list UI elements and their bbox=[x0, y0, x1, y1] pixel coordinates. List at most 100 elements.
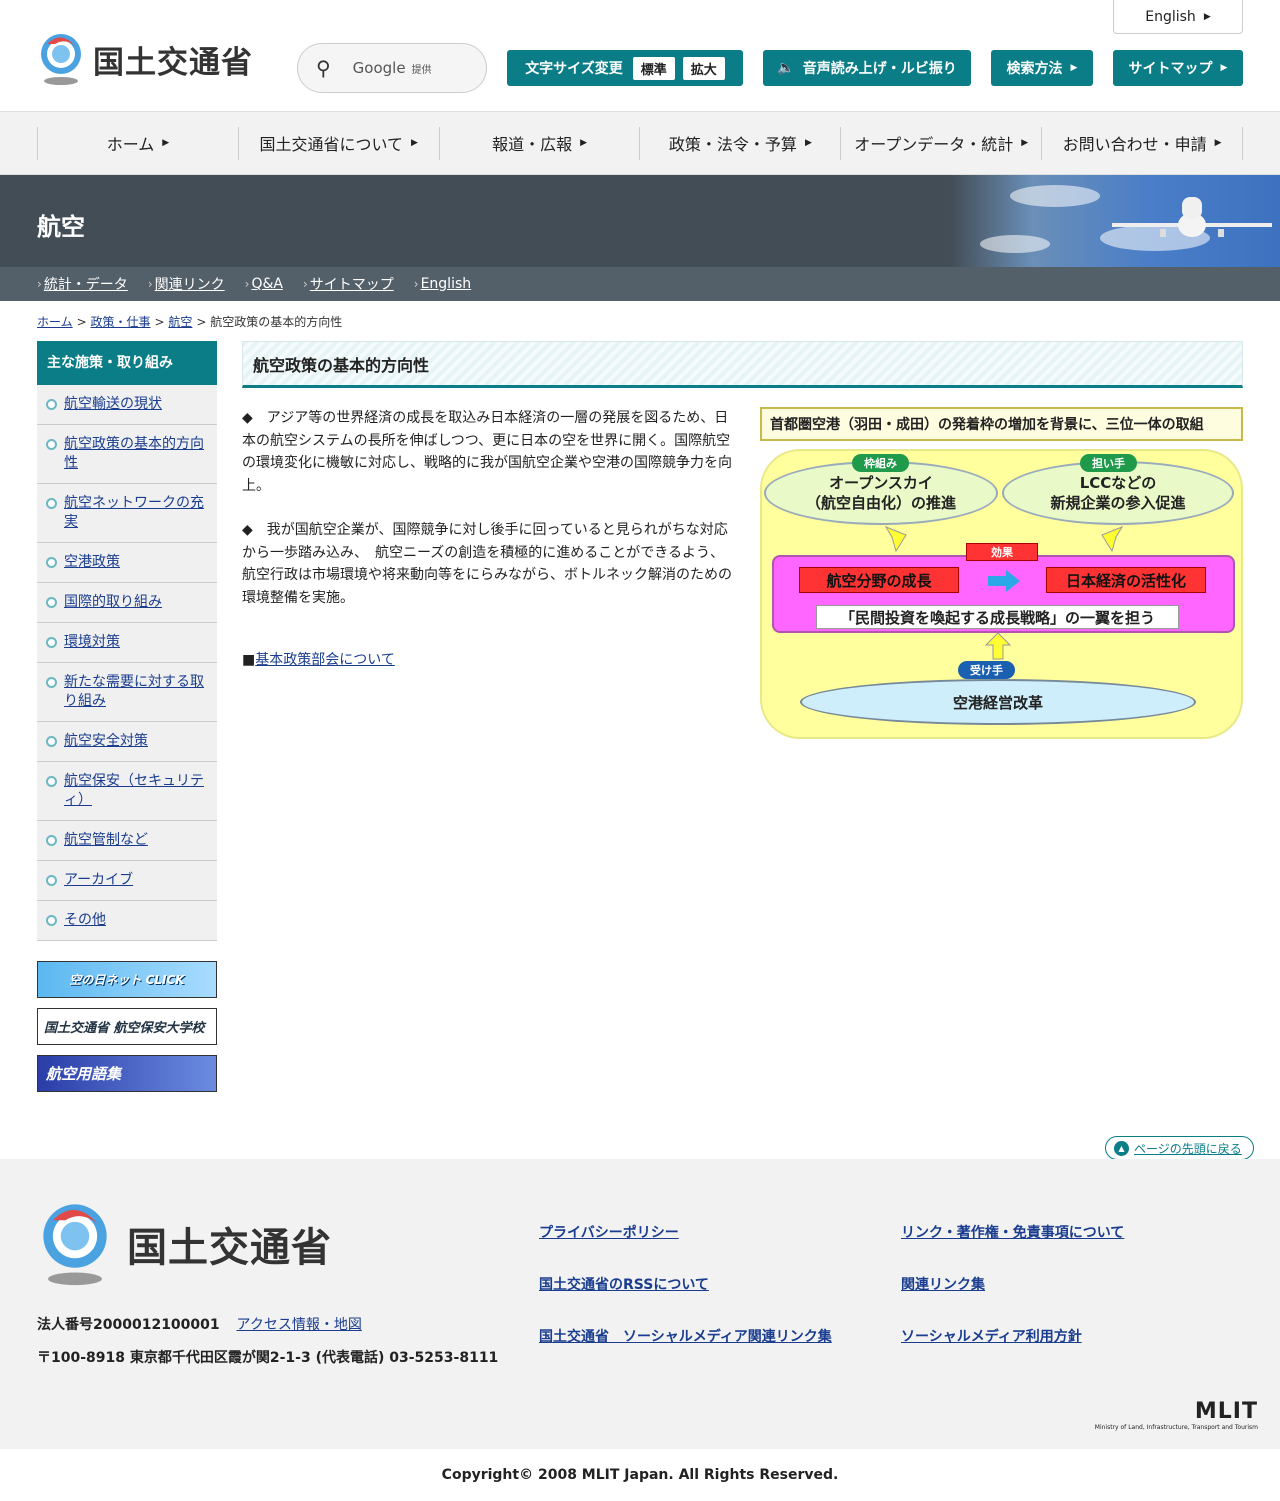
nav-item-press[interactable]: 報道・広報 ▶ bbox=[438, 126, 640, 160]
corporate-number-row: 法人番号2000012100001 アクセス情報・地図 bbox=[37, 1314, 362, 1334]
sidebar-item-link[interactable]: 航空政策の基本的方向性 bbox=[64, 436, 204, 471]
bullet-icon bbox=[46, 557, 57, 568]
font-standard-button[interactable]: 標準 bbox=[632, 56, 675, 80]
mlit-wordmark: MLIT Ministry of Land, Infrastructure, T… bbox=[1095, 1399, 1258, 1431]
nav-item-home[interactable]: ホーム ▶ bbox=[37, 126, 238, 160]
subnav-stats[interactable]: 統計・データ bbox=[44, 274, 128, 294]
social-media-links-link[interactable]: 国土交通省 ソーシャルメディア関連リンク集 bbox=[539, 1326, 832, 1346]
arrow-up-icon: ▲ bbox=[1114, 1141, 1129, 1156]
subnav-sitemap[interactable]: サイトマップ bbox=[310, 274, 394, 294]
sidebar-item[interactable]: 航空輸送の現状 bbox=[37, 385, 217, 425]
breadcrumb-current: 航空政策の基本的方向性 bbox=[210, 315, 343, 329]
sora-no-hi-label: 空の日ネット CLICK bbox=[69, 973, 185, 987]
chevron-right-icon: › bbox=[244, 277, 250, 291]
sidebar-item[interactable]: 航空管制など bbox=[37, 821, 217, 861]
sidebar-item-link[interactable]: 航空輸送の現状 bbox=[64, 396, 162, 412]
bullet-icon bbox=[46, 399, 57, 410]
lcc-line1: LCCなどの bbox=[1079, 474, 1157, 492]
subnav-links[interactable]: 関連リンク bbox=[155, 274, 225, 294]
search-method-label: 検索方法 bbox=[1006, 61, 1063, 77]
nav-item-policy[interactable]: 政策・法令・予算 ▶ bbox=[639, 126, 840, 160]
sidebar-item[interactable]: 航空ネットワークの充実 bbox=[37, 484, 217, 543]
sidebar-item-link[interactable]: 航空安全対策 bbox=[64, 733, 148, 749]
nav-item-about[interactable]: 国土交通省について ▶ bbox=[237, 126, 439, 160]
related-links-link[interactable]: 関連リンク集 bbox=[901, 1274, 985, 1294]
bullet-icon bbox=[46, 439, 57, 450]
diagram-heading: 首都圏空港（羽田・成田）の発着枠の増加を背景に、三位一体の取組 bbox=[760, 407, 1243, 441]
search-icon[interactable]: ⚲ bbox=[316, 56, 331, 80]
airport-reform-ellipse: 空港経営改革 bbox=[800, 679, 1196, 725]
speaker-icon: 🔈 bbox=[777, 60, 795, 76]
sidebar-item-link[interactable]: その他 bbox=[64, 912, 106, 928]
sidebar-item-link[interactable]: 航空ネットワークの充実 bbox=[64, 495, 204, 530]
subnav-english[interactable]: English bbox=[421, 276, 472, 292]
footer-logo[interactable]: 国土交通省 bbox=[37, 1201, 332, 1287]
sidebar-item-link[interactable]: 航空保安（セキュリティ） bbox=[64, 773, 204, 808]
sitemap-button[interactable]: サイトマップ ▶ bbox=[1113, 50, 1243, 86]
search-input[interactable]: ⚲ Google 提供 bbox=[297, 43, 487, 93]
aviation-security-college-label: 国土交通省 航空保安大学校 bbox=[44, 1021, 205, 1036]
arrow-down-icon bbox=[1101, 525, 1124, 553]
sidebar-item[interactable]: 航空保安（セキュリティ） bbox=[37, 762, 217, 821]
sidebar-item[interactable]: アーカイブ bbox=[37, 861, 217, 901]
font-size-control: 文字サイズ変更 標準 拡大 bbox=[507, 50, 743, 86]
breadcrumb-aviation[interactable]: 航空 bbox=[168, 315, 192, 329]
sidebar-item[interactable]: 航空政策の基本的方向性 bbox=[37, 425, 217, 484]
paragraph: ◆ アジア等の世界経済の成長を取込み日本経済の一層の発展を図るため、日本の航空シ… bbox=[242, 410, 732, 494]
google-label: Google bbox=[352, 59, 406, 77]
sidebar-item-link[interactable]: 航空管制など bbox=[64, 832, 148, 848]
mlit-logo-icon bbox=[43, 1204, 107, 1286]
bullet-icon bbox=[46, 915, 57, 926]
sidebar-item-link[interactable]: 新たな需要に対する取り組み bbox=[64, 674, 204, 709]
aviation-glossary-banner[interactable]: 航空用語集 bbox=[37, 1055, 217, 1092]
bullet-icon bbox=[46, 498, 57, 509]
sidebar-item[interactable]: その他 bbox=[37, 901, 217, 941]
aviation-security-college-banner[interactable]: 国土交通省 航空保安大学校 bbox=[37, 1008, 217, 1045]
subnav-qa[interactable]: Q&A bbox=[251, 276, 283, 292]
copyright-link[interactable]: リンク・著作権・免責事項について bbox=[901, 1222, 1124, 1242]
font-large-button[interactable]: 拡大 bbox=[682, 56, 725, 80]
breadcrumb-home[interactable]: ホーム bbox=[37, 315, 73, 329]
sidebar-item-link[interactable]: 国際的取り組み bbox=[64, 594, 162, 610]
sidebar-item-link[interactable]: 環境対策 bbox=[64, 634, 120, 650]
open-skies-line2: （航空自由化）の推進 bbox=[805, 494, 956, 512]
growth-strategy-box: 「民間投資を喚起する成長戦略」の一翼を担う bbox=[816, 605, 1179, 629]
voice-button[interactable]: 🔈 音声読み上げ・ルビ振り bbox=[763, 50, 971, 86]
sidebar-item[interactable]: 国際的取り組み bbox=[37, 583, 217, 623]
breadcrumb-policy[interactable]: 政策・仕事 bbox=[91, 315, 151, 329]
site-logo[interactable]: 国土交通省 bbox=[37, 32, 253, 86]
body-text: ◆ アジア等の世界経済の成長を取込み日本経済の一層の発展を図るため、日本の航空シ… bbox=[242, 407, 734, 672]
basic-policy-link[interactable]: 基本政策部会について bbox=[255, 652, 395, 668]
section-title: 航空 bbox=[37, 213, 85, 241]
sidebar-item-link[interactable]: アーカイブ bbox=[64, 872, 133, 888]
rss-link[interactable]: 国土交通省のRSSについて bbox=[539, 1274, 709, 1294]
bullet-icon bbox=[46, 835, 57, 846]
sidebar-item[interactable]: 新たな需要に対する取り組み bbox=[37, 663, 217, 722]
lcc-line2: 新規企業の参入促進 bbox=[1050, 494, 1186, 512]
section-banner: 航空 bbox=[0, 175, 1280, 267]
main-content: 航空政策の基本的方向性 ◆ アジア等の世界経済の成長を取込み日本経済の一層の発展… bbox=[242, 341, 1243, 739]
back-to-top-button[interactable]: ▲ ページの先頭に戻る bbox=[1105, 1136, 1254, 1160]
nav-item-opendata[interactable]: オープンデータ・統計 ▶ bbox=[840, 126, 1041, 160]
aviation-glossary-label: 航空用語集 bbox=[46, 1065, 122, 1083]
sidebar: 主な施策・取り組み 航空輸送の現状 航空政策の基本的方向性 航空ネットワークの充… bbox=[37, 341, 217, 1102]
footer-logo-text: 国土交通省 bbox=[127, 1225, 332, 1271]
nav-label: オープンデータ・統計 bbox=[854, 135, 1014, 154]
sidebar-item[interactable]: 環境対策 bbox=[37, 623, 217, 663]
sidebar-item[interactable]: 航空安全対策 bbox=[37, 722, 217, 762]
nav-item-contact[interactable]: お問い合わせ・申請 ▶ bbox=[1041, 126, 1243, 160]
arrow-right-icon bbox=[988, 570, 1020, 592]
chevron-right-icon: › bbox=[413, 277, 419, 291]
sidebar-item[interactable]: 空港政策 bbox=[37, 543, 217, 583]
airplane-icon bbox=[1112, 197, 1272, 237]
access-link[interactable]: アクセス情報・地図 bbox=[237, 1317, 362, 1333]
global-nav: ホーム ▶ 国土交通省について ▶ 報道・広報 ▶ 政策・法令・予算 ▶ オープンデータ… bbox=[0, 112, 1280, 175]
sidebar-item-link[interactable]: 空港政策 bbox=[64, 554, 120, 570]
privacy-policy-link[interactable]: プライバシーポリシー bbox=[539, 1222, 679, 1242]
search-method-button[interactable]: 検索方法 ▶ bbox=[991, 50, 1093, 86]
economy-box: 日本経済の活性化 bbox=[1046, 567, 1206, 593]
social-media-policy-link[interactable]: ソーシャルメディア利用方針 bbox=[901, 1326, 1082, 1346]
triangle-right-icon: ▶ bbox=[1203, 11, 1211, 22]
english-link[interactable]: English ▶ bbox=[1113, 0, 1243, 34]
sora-no-hi-banner[interactable]: 空の日ネット CLICK bbox=[37, 961, 217, 998]
